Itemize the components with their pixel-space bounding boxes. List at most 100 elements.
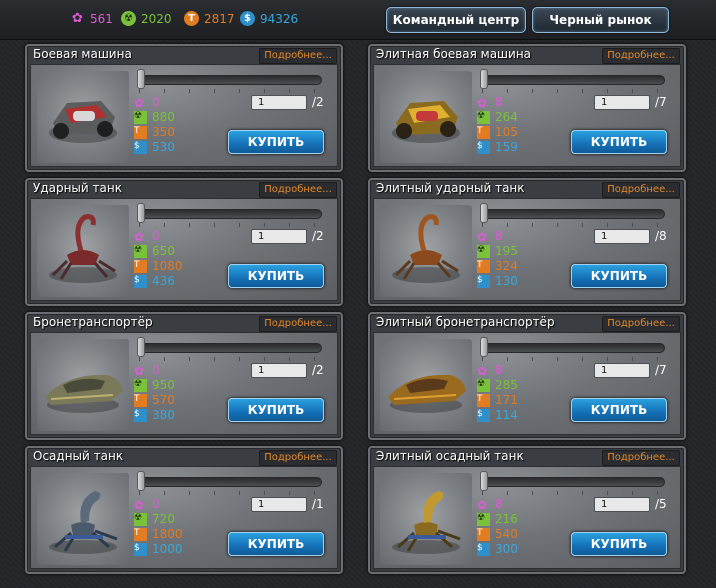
credits-icon: $	[134, 408, 147, 422]
buy-button[interactable]: КУПИТЬ	[571, 532, 667, 556]
slider-handle[interactable]	[480, 337, 488, 357]
credits-cost-value: 530	[152, 140, 175, 154]
slider-ticks	[482, 491, 665, 495]
unit-title: Ударный танк	[33, 181, 122, 195]
card-body: ✿ 0 ☢ 720 T 1800 $1000 1 /1 КУПИТЬ	[30, 466, 338, 569]
uranium-cost: ☢ 285	[477, 378, 518, 392]
buy-button[interactable]: КУПИТЬ	[228, 130, 324, 154]
details-link[interactable]: Подробнее...	[259, 316, 337, 332]
slider-handle[interactable]	[137, 337, 145, 357]
titan-value: 2817	[204, 11, 235, 26]
slider-handle[interactable]	[480, 69, 488, 89]
credits-cost: $130	[477, 274, 518, 288]
card-body: ✿ 0 ☢ 950 T 570 $380 1 /2 КУПИТЬ	[30, 332, 338, 435]
buy-button[interactable]: КУПИТЬ	[228, 264, 324, 288]
black-market-button[interactable]: Черный рынок	[532, 7, 669, 33]
unit-card-siege-tank: Осадный танк Подробнее... ✿ 0 ☢ 720 T 1800 …	[25, 446, 343, 574]
quantity-input[interactable]: 1	[594, 497, 650, 512]
crystal-icon: ✿	[134, 95, 145, 110]
buy-button[interactable]: КУПИТЬ	[228, 532, 324, 556]
quantity-input[interactable]: 1	[251, 363, 307, 378]
details-link[interactable]: Подробнее...	[259, 182, 337, 198]
unit-card-assault-tank: Ударный танк Подробнее... ✿ 0 ☢ 650 T 1080 …	[25, 178, 343, 306]
quantity-slider[interactable]	[482, 343, 665, 353]
slider-ticks	[139, 223, 322, 227]
elite-armored-carrier-icon	[380, 339, 472, 431]
slider-handle[interactable]	[137, 203, 145, 223]
quantity-slider[interactable]	[482, 75, 665, 85]
credits-cost: $1000	[134, 542, 183, 556]
titan-cost: T 1800	[134, 527, 183, 541]
quantity-slider[interactable]	[482, 477, 665, 487]
titan-icon: T	[134, 393, 147, 407]
uranium-cost-value: 285	[495, 378, 518, 392]
quantity-input[interactable]: 1	[594, 363, 650, 378]
uranium-value: 2020	[141, 11, 172, 26]
credits-icon: $	[240, 11, 255, 26]
crystal-cost: ✿ 8	[477, 363, 503, 378]
credits-icon: $	[477, 408, 490, 422]
unit-title: Элитный бронетранспортёр	[376, 315, 555, 329]
slider-ticks	[139, 89, 322, 93]
quantity-input[interactable]: 1	[594, 95, 650, 110]
details-link[interactable]: Подробнее...	[602, 48, 680, 64]
quantity-input[interactable]: 1	[251, 497, 307, 512]
uranium-icon: ☢	[134, 110, 147, 124]
crystal-cost-value: 8	[495, 497, 503, 511]
quantity-slider[interactable]	[139, 343, 322, 353]
details-link[interactable]: Подробнее...	[259, 48, 337, 64]
crystal-cost-value: 0	[152, 497, 160, 511]
unit-card-elite-armored-carrier: Элитный бронетранспортёр Подробнее... ✿ 8…	[368, 312, 686, 440]
quantity-slider[interactable]	[139, 209, 322, 219]
max-quantity: /1	[312, 497, 324, 511]
elite-combat-vehicle-icon	[380, 71, 472, 163]
card-body: ✿ 0 ☢ 880 T 350 $530 1 /2 КУПИТЬ	[30, 64, 338, 167]
max-quantity: /2	[312, 229, 324, 243]
uranium-cost: ☢ 720	[134, 512, 175, 526]
unit-title: Бронетранспортёр	[33, 315, 153, 329]
details-link[interactable]: Подробнее...	[602, 182, 680, 198]
buy-button[interactable]: КУПИТЬ	[571, 398, 667, 422]
credits-resource: $ 94326	[240, 11, 298, 26]
buy-button[interactable]: КУПИТЬ	[571, 130, 667, 154]
details-link[interactable]: Подробнее...	[259, 450, 337, 466]
crystal-resource: ✿ 561	[70, 11, 113, 26]
quantity-input[interactable]: 1	[594, 229, 650, 244]
details-link[interactable]: Подробнее...	[602, 450, 680, 466]
crystal-cost: ✿ 0	[134, 95, 160, 110]
titan-cost-value: 570	[152, 393, 175, 407]
buy-button[interactable]: КУПИТЬ	[571, 264, 667, 288]
slider-handle[interactable]	[137, 69, 145, 89]
crystal-cost-value: 0	[152, 95, 160, 109]
slider-ticks	[482, 89, 665, 93]
titan-icon: T	[477, 527, 490, 541]
crystal-cost-value: 8	[495, 95, 503, 109]
uranium-cost-value: 720	[152, 512, 175, 526]
details-link[interactable]: Подробнее...	[602, 316, 680, 332]
titan-cost: T 324	[477, 259, 518, 273]
command-center-button[interactable]: Командный центр	[386, 7, 526, 33]
slider-handle[interactable]	[480, 471, 488, 491]
armored-carrier-icon	[37, 339, 129, 431]
quantity-slider[interactable]	[482, 209, 665, 219]
slider-handle[interactable]	[137, 471, 145, 491]
resource-bar: ✿ 561 ☢ 2020 T 2817 $ 94326 Командный це…	[0, 0, 716, 40]
crystal-value: 561	[90, 11, 113, 26]
quantity-slider[interactable]	[139, 477, 322, 487]
titan-resource: T 2817	[184, 11, 235, 26]
credits-cost: $300	[477, 542, 518, 556]
quantity-input[interactable]: 1	[251, 229, 307, 244]
buy-button[interactable]: КУПИТЬ	[228, 398, 324, 422]
quantity-input[interactable]: 1	[251, 95, 307, 110]
unit-title: Элитный осадный танк	[376, 449, 524, 463]
slider-handle[interactable]	[480, 203, 488, 223]
credits-cost: $380	[134, 408, 175, 422]
uranium-cost-value: 264	[495, 110, 518, 124]
unit-title: Осадный танк	[33, 449, 124, 463]
uranium-icon: ☢	[134, 244, 147, 258]
quantity-slider[interactable]	[139, 75, 322, 85]
titan-cost-value: 540	[495, 527, 518, 541]
titan-cost: T 350	[134, 125, 175, 139]
credits-icon: $	[134, 542, 147, 556]
crystal-icon: ✿	[134, 363, 145, 378]
